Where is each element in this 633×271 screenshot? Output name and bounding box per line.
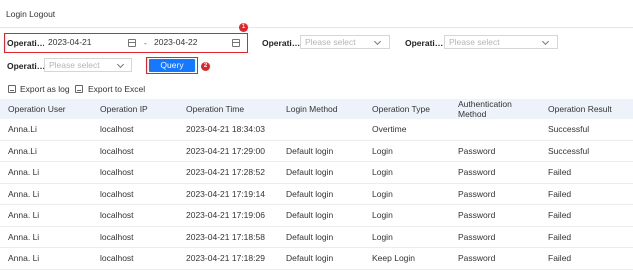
table-cell: Login bbox=[364, 140, 450, 162]
table-cell: Overtime bbox=[364, 119, 450, 141]
table-cell: localhost bbox=[92, 247, 178, 270]
table-cell: Failed bbox=[540, 226, 633, 248]
page-title: Login Logout bbox=[6, 9, 56, 19]
table-cell bbox=[278, 119, 364, 141]
table-row: Anna. Li localhost 2023-04-21 17:19:06 Defa… bbox=[0, 204, 633, 227]
table-cell: Login bbox=[364, 183, 450, 205]
query-button[interactable]: Query bbox=[149, 59, 195, 72]
table-cell: Password bbox=[450, 183, 540, 205]
table-cell: Default login bbox=[278, 204, 364, 227]
export-excel-icon[interactable] bbox=[75, 85, 83, 93]
annotation-badge-2: 2 bbox=[201, 62, 210, 71]
table-cell: Default login bbox=[278, 161, 364, 184]
operation-user-placeholder: Please select bbox=[49, 60, 100, 70]
table-cell: Failed bbox=[540, 204, 633, 227]
export-log-button[interactable]: Export as log bbox=[20, 84, 70, 94]
table-cell bbox=[450, 119, 540, 141]
table-cell: localhost bbox=[92, 204, 178, 227]
table-cell: localhost bbox=[92, 226, 178, 248]
table-cell: Default login bbox=[278, 247, 364, 270]
table-row: Anna. Li localhost 2023-04-21 17:18:29 Defa… bbox=[0, 247, 633, 270]
table-cell: Password bbox=[450, 204, 540, 227]
date-to-value: 2023-04-22 bbox=[154, 37, 198, 47]
date-to-input[interactable]: 2023-04-22 bbox=[150, 36, 245, 50]
column-header: Operation User bbox=[0, 99, 92, 119]
date-from-value: 2023-04-21 bbox=[48, 37, 92, 47]
column-header: Authentication Method bbox=[450, 99, 540, 119]
divider bbox=[0, 27, 633, 28]
table-cell: 2023-04-21 17:19:06 bbox=[178, 204, 278, 227]
table-cell: Failed bbox=[540, 161, 633, 184]
operation-result-select[interactable]: Please select bbox=[444, 35, 558, 49]
table-cell: Password bbox=[450, 140, 540, 162]
column-header: Operation Type bbox=[364, 99, 450, 119]
table-cell: 2023-04-21 17:18:58 bbox=[178, 226, 278, 248]
calendar-icon[interactable] bbox=[128, 39, 136, 47]
column-header: Operation IP bbox=[92, 99, 178, 119]
operation-type-label: Operati… bbox=[262, 38, 301, 48]
table-cell: Password bbox=[450, 247, 540, 270]
operation-time-label: Operati… bbox=[7, 38, 46, 48]
table-cell: localhost bbox=[92, 183, 178, 205]
table-cell: Login bbox=[364, 204, 450, 227]
table-cell: Anna.Li bbox=[0, 140, 92, 162]
table-cell: Anna.Li bbox=[0, 119, 92, 141]
table-cell: Anna. Li bbox=[0, 247, 92, 270]
export-excel-button[interactable]: Export to Excel bbox=[88, 84, 145, 94]
table-cell: Successful bbox=[540, 140, 633, 162]
table-cell: Login bbox=[364, 161, 450, 184]
table-row: Anna. Li localhost 2023-04-21 17:19:14 Defa… bbox=[0, 183, 633, 205]
table-row: Anna.Li localhost 2023-04-21 18:34:03 Overt… bbox=[0, 119, 633, 141]
table-row: Anna.Li localhost 2023-04-21 17:29:00 Defau… bbox=[0, 140, 633, 162]
table-cell: Anna. Li bbox=[0, 161, 92, 184]
operation-result-placeholder: Please select bbox=[449, 37, 500, 47]
table-cell: Default login bbox=[278, 226, 364, 248]
operation-result-label: Operati… bbox=[405, 38, 444, 48]
table-cell: Password bbox=[450, 161, 540, 184]
table-cell: Default login bbox=[278, 140, 364, 162]
annotation-badge-1: 1 bbox=[239, 23, 248, 32]
export-log-icon[interactable] bbox=[8, 85, 16, 93]
column-header: Operation Time bbox=[178, 99, 278, 119]
operation-user-label: Operati… bbox=[7, 61, 46, 71]
table-cell: localhost bbox=[92, 119, 178, 141]
table-cell: Default login bbox=[278, 183, 364, 205]
table-cell: 2023-04-21 17:19:14 bbox=[178, 183, 278, 205]
date-separator: - bbox=[144, 38, 147, 48]
table-cell: Keep Login bbox=[364, 247, 450, 270]
table-cell: 2023-04-21 17:18:29 bbox=[178, 247, 278, 270]
table-cell: Anna. Li bbox=[0, 204, 92, 227]
operation-type-placeholder: Please select bbox=[305, 37, 356, 47]
table-cell: Failed bbox=[540, 247, 633, 270]
table-row: Anna. Li localhost 2023-04-21 17:18:58 Defa… bbox=[0, 226, 633, 248]
table-cell: 2023-04-21 17:29:00 bbox=[178, 140, 278, 162]
table-cell: 2023-04-21 18:34:03 bbox=[178, 119, 278, 141]
table-cell: Password bbox=[450, 226, 540, 248]
table-header-row: Operation User Operation IP Operation Ti… bbox=[0, 99, 633, 119]
column-header: Login Method bbox=[278, 99, 364, 119]
table-cell: Anna. Li bbox=[0, 226, 92, 248]
table-cell: 2023-04-21 17:28:52 bbox=[178, 161, 278, 184]
operation-log-table: Operation User Operation IP Operation Ti… bbox=[0, 99, 633, 270]
table-cell: Anna. Li bbox=[0, 183, 92, 205]
column-header: Operation Result bbox=[540, 99, 633, 119]
table-cell: Failed bbox=[540, 183, 633, 205]
table-cell: localhost bbox=[92, 161, 178, 184]
table-cell: Login bbox=[364, 226, 450, 248]
table-cell: localhost bbox=[92, 140, 178, 162]
table-row: Anna. Li localhost 2023-04-21 17:28:52 Defa… bbox=[0, 161, 633, 184]
calendar-icon[interactable] bbox=[232, 39, 240, 47]
table-cell: Successful bbox=[540, 119, 633, 141]
